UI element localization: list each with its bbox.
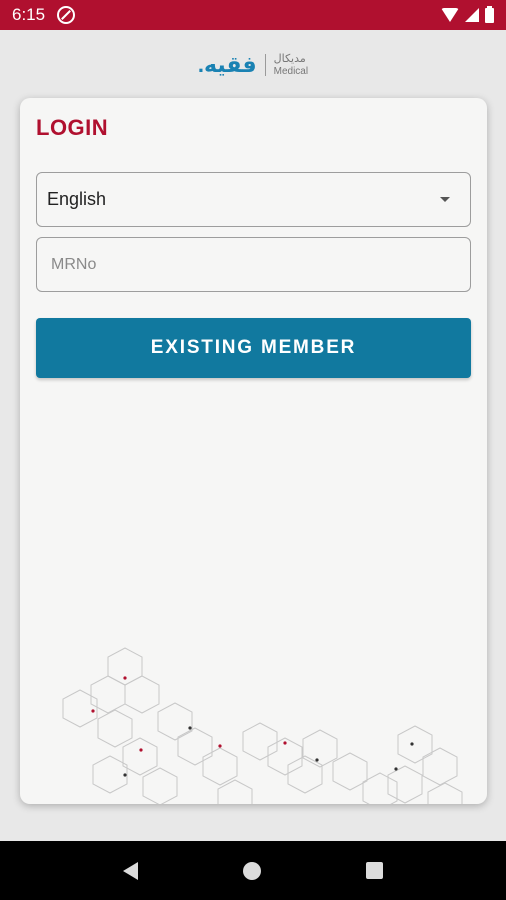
logo-sub: مديكال Medical [274,53,308,76]
logo-sub-arabic: مديكال [273,53,306,66]
logo-divider [264,54,266,76]
do-not-disturb-icon [57,6,76,24]
language-select-value: English [47,189,107,209]
mrno-input[interactable] [36,237,471,292]
login-card: LOGIN English EXISTING MEMBER [20,98,487,804]
signal-icon [465,8,479,22]
status-time: 6:15 [12,5,46,24]
status-bar: 6:15 [0,0,506,30]
app-logo: فقيه. مديكال Medical [0,48,506,82]
wifi-icon [441,8,459,22]
login-title: LOGIN [36,115,109,140]
hexagon-pattern-decoration [62,647,463,804]
home-icon[interactable] [242,861,261,880]
logo-main-text: فقيه. [197,52,257,77]
existing-member-button[interactable]: EXISTING MEMBER [36,318,471,378]
back-icon[interactable] [122,861,138,880]
battery-icon [485,5,494,23]
language-select[interactable]: English [36,172,471,227]
logo-sub-english: Medical [273,65,309,77]
caret-down-icon [440,197,450,202]
recents-icon[interactable] [366,862,384,879]
navigation-bar [0,841,506,900]
